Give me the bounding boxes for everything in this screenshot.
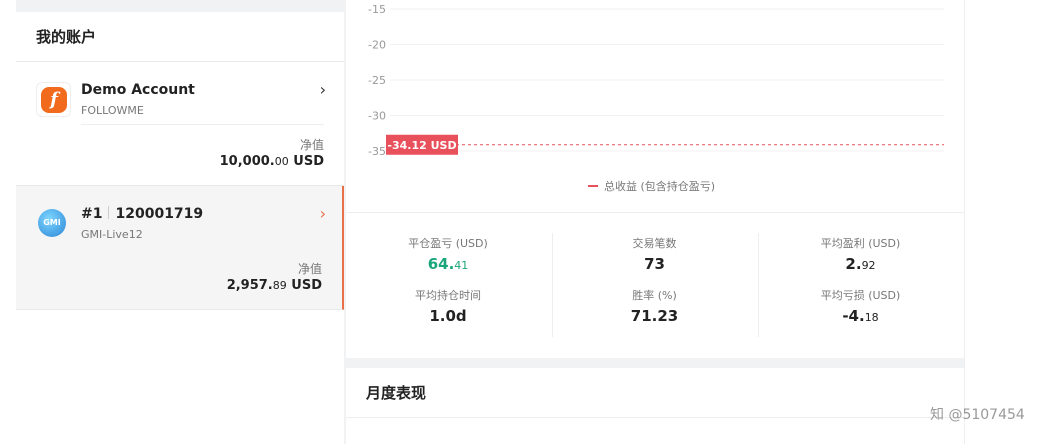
equity-label: 净值 bbox=[297, 262, 322, 276]
stat-value: 64.41 bbox=[427, 255, 469, 273]
account-broker: FOLLOWME bbox=[81, 104, 144, 117]
account-broker: GMI-Live12 bbox=[81, 228, 143, 241]
divider bbox=[81, 124, 324, 125]
stat-win-rate: 胜率 (%) 71.23 bbox=[553, 287, 756, 325]
monthly-title: 月度表现 bbox=[366, 384, 427, 402]
stat-avg-profit: 平均盈利 (USD) 2.92 bbox=[759, 235, 962, 273]
legend-label: 总收益 (包含持仓盈亏) bbox=[604, 180, 716, 193]
stat-value: 71.23 bbox=[630, 307, 679, 325]
stat-trades: 交易笔数 73 bbox=[553, 235, 756, 273]
y-tick-label: -30 bbox=[368, 110, 386, 123]
accounts-sidebar: 我的账户 f Demo Account FOLLOWME › 净值 10,000… bbox=[16, 0, 344, 444]
y-tick-label: -35 bbox=[368, 145, 386, 158]
stat-label: 平均盈利 (USD) bbox=[820, 237, 901, 250]
equity-value: 10,000.00 USD bbox=[219, 154, 324, 169]
right-margin bbox=[964, 0, 1044, 444]
stat-closed-pl: 平仓盈亏 (USD) 64.41 bbox=[346, 235, 550, 273]
section-gap bbox=[346, 358, 964, 368]
sidebar-header: 我的账户 bbox=[16, 12, 344, 62]
y-tick-label: -25 bbox=[368, 74, 386, 87]
stats-column: 平均盈利 (USD) 2.92 平均亏损 (USD) -4.18 bbox=[758, 233, 962, 337]
account-name: #1 120001719 bbox=[81, 206, 204, 222]
y-tick-label: -20 bbox=[368, 39, 386, 52]
stats-panel: 平仓盈亏 (USD) 64.41 平均持仓时间 1.0d 交易笔数 73 胜率 … bbox=[346, 212, 964, 358]
stat-avg-hold: 平均持仓时间 1.0d bbox=[346, 287, 550, 325]
main-panel: -15 -20 -25 -30 -35 -34.12 USD 总收益 (包含持仓盈亏) 平… bbox=[346, 0, 964, 444]
stat-value: 1.0d bbox=[429, 307, 467, 325]
stats-column: 平仓盈亏 (USD) 64.41 平均持仓时间 1.0d bbox=[346, 233, 550, 337]
chevron-right-icon[interactable]: › bbox=[320, 80, 326, 99]
stat-label: 平均持仓时间 bbox=[415, 289, 481, 302]
stat-label: 平仓盈亏 (USD) bbox=[408, 237, 488, 250]
chevron-right-icon[interactable]: › bbox=[320, 204, 326, 223]
equity-label: 净值 bbox=[299, 138, 324, 152]
stat-label: 交易笔数 bbox=[632, 237, 677, 250]
account-name: Demo Account bbox=[81, 82, 195, 98]
gmi-logo-icon: GMI bbox=[38, 209, 66, 237]
stat-label: 平均亏损 (USD) bbox=[820, 289, 901, 302]
chart-legend[interactable]: 总收益 (包含持仓盈亏) bbox=[588, 178, 715, 194]
watermark: 知 @5107454 bbox=[930, 407, 1025, 423]
equity-value: 2,957.89 USD bbox=[226, 278, 322, 293]
sidebar-top-gap bbox=[16, 0, 344, 12]
stat-label: 胜率 (%) bbox=[632, 289, 677, 302]
account-card-demo[interactable]: f Demo Account FOLLOWME › 净值 10,000.00 U… bbox=[16, 62, 344, 186]
stat-value: 73 bbox=[644, 255, 665, 273]
monthly-header: 月度表现 bbox=[346, 368, 964, 418]
stat-avg-loss: 平均亏损 (USD) -4.18 bbox=[759, 287, 962, 325]
stat-value: 2.92 bbox=[845, 255, 876, 273]
legend-line-marker bbox=[588, 185, 598, 187]
current-value-label: -34.12 USD bbox=[387, 139, 456, 152]
account-card-gmi[interactable]: GMI #1 120001719 GMI-Live12 › 净值 2,957.89… bbox=[16, 186, 344, 310]
sidebar-title: 我的账户 bbox=[36, 28, 97, 46]
followme-logo-icon: f bbox=[36, 82, 71, 117]
stats-column: 交易笔数 73 胜率 (%) 71.23 bbox=[552, 233, 756, 337]
stat-value: -4.18 bbox=[842, 307, 879, 325]
y-tick-label: -15 bbox=[368, 3, 386, 16]
